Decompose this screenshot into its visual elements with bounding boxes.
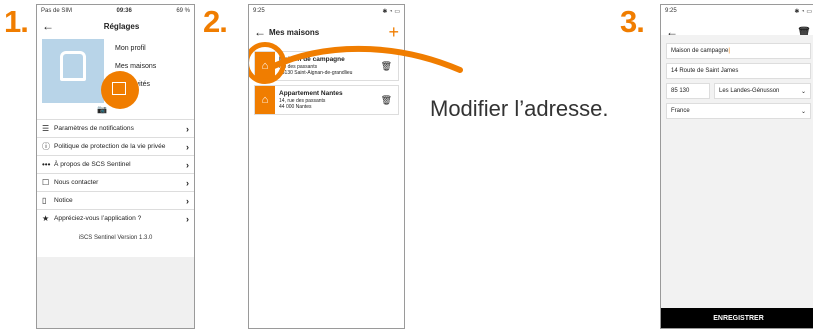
save-button[interactable]: ENREGISTRER [661, 308, 813, 328]
house-name-field[interactable]: Maison de campagne | [666, 43, 811, 59]
edit-form: Maison de campagne | 14 Route de Saint Ja… [661, 35, 813, 328]
city-select[interactable]: Les Landes-Génusson ⌄ [714, 83, 811, 99]
chevron-down-icon: ⌄ [800, 88, 806, 95]
instruction-caption: Modifier l’adresse. [430, 96, 609, 121]
status-time: 9:25 [665, 8, 677, 14]
chevron-down-icon: ⌄ [800, 108, 806, 115]
street-field[interactable]: 14 Route de Saint James [666, 63, 811, 79]
postcode-field[interactable]: 85 130 [666, 83, 710, 99]
phone-edit-address-screen: 9:25 ✱ ◔ ▭ ← 🗑 Maison de campagne | 14 Ro… [660, 4, 813, 329]
country-select[interactable]: France ⌄ [666, 103, 811, 119]
status-bar: 9:25 ✱ ◔ ▭ [665, 8, 812, 15]
